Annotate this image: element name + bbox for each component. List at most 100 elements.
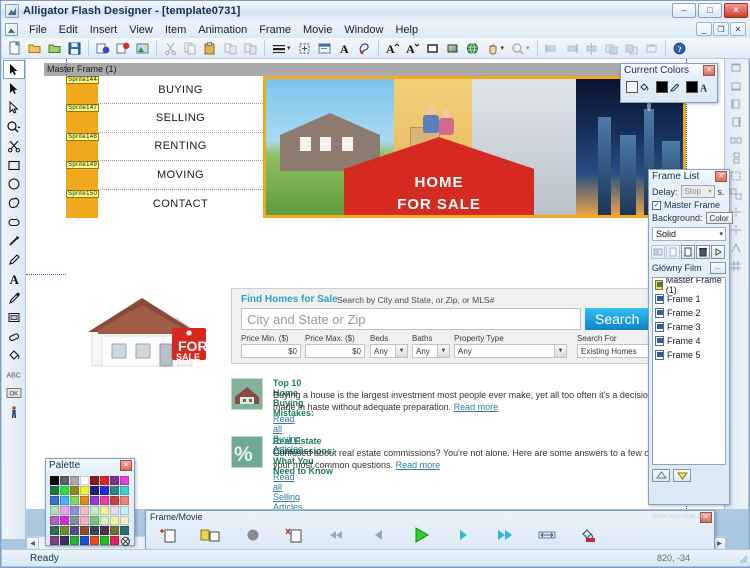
palette-swatch[interactable]	[50, 536, 59, 545]
gradient-icon[interactable]	[443, 39, 462, 57]
record-button[interactable]	[232, 523, 274, 547]
move-down-icon[interactable]	[673, 469, 691, 482]
palette-swatch[interactable]	[70, 536, 79, 545]
pencil-tool[interactable]	[3, 250, 25, 269]
nav-item-renting[interactable]: Sprite148 RENTING	[98, 133, 263, 161]
palette-swatch[interactable]	[120, 526, 129, 535]
palette-swatch[interactable]	[90, 516, 99, 525]
copy-frame-icon[interactable]	[666, 245, 680, 259]
export-swf-icon[interactable]	[113, 39, 132, 57]
palette-swatch[interactable]	[110, 506, 119, 515]
zoom-dropdown-icon[interactable]: ▾	[526, 44, 530, 52]
publish-icon[interactable]	[93, 39, 112, 57]
align-right-edge-icon[interactable]	[725, 113, 747, 131]
align-top-icon[interactable]	[725, 59, 747, 77]
distribute-vertical-icon[interactable]	[725, 149, 747, 167]
palette-swatch[interactable]	[70, 486, 79, 495]
palette-swatch[interactable]	[110, 536, 119, 545]
read-all-selling-link[interactable]: Read all Selling Articles	[273, 472, 303, 509]
menu-item-movie[interactable]: Movie	[297, 23, 338, 37]
list-item[interactable]: Master Frame (1)	[653, 278, 725, 292]
open-icon[interactable]	[25, 39, 44, 57]
zoom-tool[interactable]	[3, 117, 25, 136]
palette-swatch[interactable]	[110, 496, 119, 505]
paint-bucket-tool[interactable]	[3, 345, 25, 364]
send-backward-icon[interactable]	[622, 39, 641, 57]
align-left-edge-icon[interactable]	[725, 95, 747, 113]
background-color-button[interactable]: Color	[706, 212, 733, 224]
scissors-tool[interactable]	[3, 136, 25, 155]
fill-icon[interactable]	[423, 39, 442, 57]
palette-color-grid[interactable]	[46, 473, 134, 548]
abc-tool[interactable]: ABC	[3, 364, 25, 383]
palette-transparent-swatch[interactable]	[120, 536, 129, 545]
copy-icon[interactable]	[181, 39, 200, 57]
link-frames-icon[interactable]	[651, 245, 665, 259]
save-icon[interactable]	[65, 39, 84, 57]
palette-swatch[interactable]	[70, 526, 79, 535]
background-mode-select[interactable]: Solid	[652, 227, 726, 241]
nav-item-selling[interactable]: Sprite147 SELLING	[98, 104, 263, 132]
read-more-link-buying[interactable]: Read more	[454, 402, 499, 412]
palette-swatch[interactable]	[50, 516, 59, 525]
list-item[interactable]: Frame 4	[653, 334, 725, 348]
rotate-icon[interactable]	[642, 39, 661, 57]
palette-swatch[interactable]	[120, 496, 129, 505]
text-icon[interactable]: A	[335, 39, 354, 57]
distribute-horizontal-icon[interactable]	[725, 131, 747, 149]
font-shrink-icon[interactable]: A	[403, 39, 422, 57]
new-frame-button[interactable]	[148, 523, 190, 547]
palette-swatch[interactable]	[100, 486, 109, 495]
palette-swatch[interactable]	[100, 516, 109, 525]
master-frame-row[interactable]: ✓ Master Frame	[649, 199, 729, 211]
list-item[interactable]: Frame 2	[653, 306, 725, 320]
palette-swatch[interactable]	[100, 536, 109, 545]
palette-swatch[interactable]	[60, 496, 69, 505]
font-grow-icon[interactable]: A	[383, 39, 402, 57]
delete-frame-button[interactable]	[274, 523, 316, 547]
menu-item-item[interactable]: Item	[159, 23, 192, 37]
palette-swatch[interactable]	[80, 536, 89, 545]
palette-swatch[interactable]	[100, 506, 109, 515]
eraser-tool[interactable]	[3, 326, 25, 345]
palette-swatch[interactable]	[60, 536, 69, 545]
read-more-link-selling[interactable]: Read more	[396, 460, 441, 470]
palette-swatch[interactable]	[90, 526, 99, 535]
palette-swatch[interactable]	[100, 476, 109, 485]
chevron-down-icon[interactable]: ▼	[395, 345, 407, 357]
palette-swatch[interactable]	[120, 516, 129, 525]
ok-tool[interactable]: OK	[3, 383, 25, 402]
fast-forward-button[interactable]	[484, 523, 526, 547]
palette-swatch[interactable]	[100, 496, 109, 505]
text-tool[interactable]: A	[3, 269, 25, 288]
palette-swatch[interactable]	[50, 496, 59, 505]
rewind-button[interactable]	[316, 523, 358, 547]
document-minimize-button[interactable]: _	[696, 22, 712, 36]
properties-icon[interactable]	[315, 39, 334, 57]
close-icon[interactable]: ✕	[715, 171, 727, 182]
palette-swatch[interactable]	[120, 476, 129, 485]
palette-swatch[interactable]	[80, 476, 89, 485]
delay-select[interactable]: Stop	[681, 185, 715, 198]
list-item[interactable]: Frame 5	[653, 348, 725, 362]
select-property-type[interactable]: Any ▼	[454, 344, 567, 358]
step-forward-button[interactable]	[442, 523, 484, 547]
pen-color-control[interactable]	[656, 81, 680, 93]
rectangle-tool[interactable]	[3, 155, 25, 174]
cut-icon[interactable]	[161, 39, 180, 57]
align-left-icon[interactable]	[542, 39, 561, 57]
wand-tool[interactable]	[3, 231, 25, 250]
maximize-button[interactable]: □	[698, 3, 722, 18]
list-item[interactable]: Frame 3	[653, 320, 725, 334]
document-restore-button[interactable]: ❐	[713, 22, 729, 36]
menu-item-frame[interactable]: Frame	[253, 23, 297, 37]
bring-forward-icon[interactable]	[602, 39, 621, 57]
palette-swatch[interactable]	[80, 506, 89, 515]
play-frame-icon[interactable]	[711, 245, 725, 259]
move-up-icon[interactable]	[652, 469, 670, 482]
palette-swatch[interactable]	[50, 486, 59, 495]
align-right-icon[interactable]	[562, 39, 581, 57]
palette-swatch[interactable]	[70, 506, 79, 515]
zoom-icon[interactable]	[508, 39, 527, 57]
menu-item-file[interactable]: File	[23, 23, 53, 37]
